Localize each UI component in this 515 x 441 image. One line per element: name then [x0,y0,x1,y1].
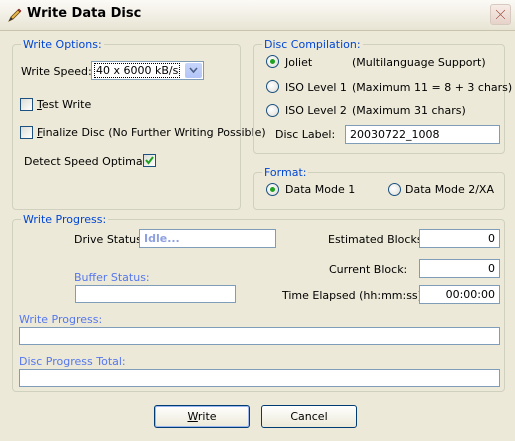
estimated-blocks-field: 0 [419,229,500,248]
write-progress-bar [19,327,500,345]
write-speed-value: 40 x 6000 kB/s [94,63,181,78]
cancel-button[interactable]: Cancel [261,405,357,428]
write-progress-legend: Write Progress: [21,213,109,226]
iso-level-1-label: ISO Level 1 [285,81,347,94]
time-elapsed-label: Time Elapsed (hh:mm:ss): [282,289,426,302]
joliet-desc: (Multilanguage Support) [352,56,486,69]
disc-progress-bar [19,369,500,387]
current-block-field: 0 [419,259,500,278]
checkmark-icon [145,156,154,165]
finalize-label-rest: inalize Disc (No Further Writing Possibl… [42,126,266,139]
detect-speed-label: Detect Speed Optimals: [24,155,156,168]
current-block-label: Current Block: [329,263,408,276]
dropdown-arrow[interactable] [185,63,202,78]
write-mnemonic: W [187,410,198,423]
format-legend: Format: [262,166,309,179]
write-button[interactable]: Write [154,405,250,428]
close-icon [495,9,506,20]
joliet-radio[interactable] [266,55,279,68]
test-write-checkbox[interactable] [20,98,33,111]
pencil-icon [7,7,23,23]
chevron-down-icon [189,67,198,74]
data-mode-1-label: Data Mode 1 [285,183,356,196]
disc-label-label: Disc Label: [275,128,336,141]
iso-level-2-radio[interactable] [266,104,279,117]
data-mode-2-label: Data Mode 2/XA [405,183,494,196]
iso-level-2-desc: (Maximum 31 chars) [352,104,466,117]
iso-level-2-label: ISO Level 2 [285,104,347,117]
title-bar: Write Data Disc [0,0,515,31]
iso-level-1-radio[interactable] [266,80,279,93]
drive-status-field: Idle... [139,229,276,248]
window-title: Write Data Disc [27,6,142,21]
finalize-disc-checkbox[interactable] [20,126,33,139]
write-speed-label: Write Speed: [21,65,92,78]
write-speed-select[interactable]: 40 x 6000 kB/s [91,61,204,80]
disc-progress-label: Disc Progress Total: [19,355,126,368]
estimated-blocks-label: Estimated Blocks: [328,233,427,246]
finalize-disc-label: Finalize Disc (No Further Writing Possib… [37,126,266,139]
buffer-status-label: Buffer Status: [74,271,150,284]
write-options-legend: Write Options: [21,38,104,51]
test-write-label-rest: est Write [41,98,92,111]
iso-level-1-desc: (Maximum 11 = 8 + 3 chars) [352,81,513,94]
disc-label-input[interactable]: 20030722_1008 [345,125,500,144]
test-write-label: Test Write [37,98,91,111]
buffer-status-bar [75,285,236,303]
close-button[interactable] [490,4,511,25]
write-button-rest: rite [197,410,217,423]
time-elapsed-field: 00:00:00 [419,285,500,304]
write-progress-label: Write Progress: [19,313,103,326]
detect-speed-checkbox[interactable] [143,154,156,167]
data-mode-1-radio[interactable] [266,183,279,196]
disc-compilation-legend: Disc Compilation: [262,38,363,51]
joliet-label: Joliet [285,56,313,69]
data-mode-2-radio[interactable] [388,183,401,196]
drive-status-label: Drive Status: [74,233,146,246]
